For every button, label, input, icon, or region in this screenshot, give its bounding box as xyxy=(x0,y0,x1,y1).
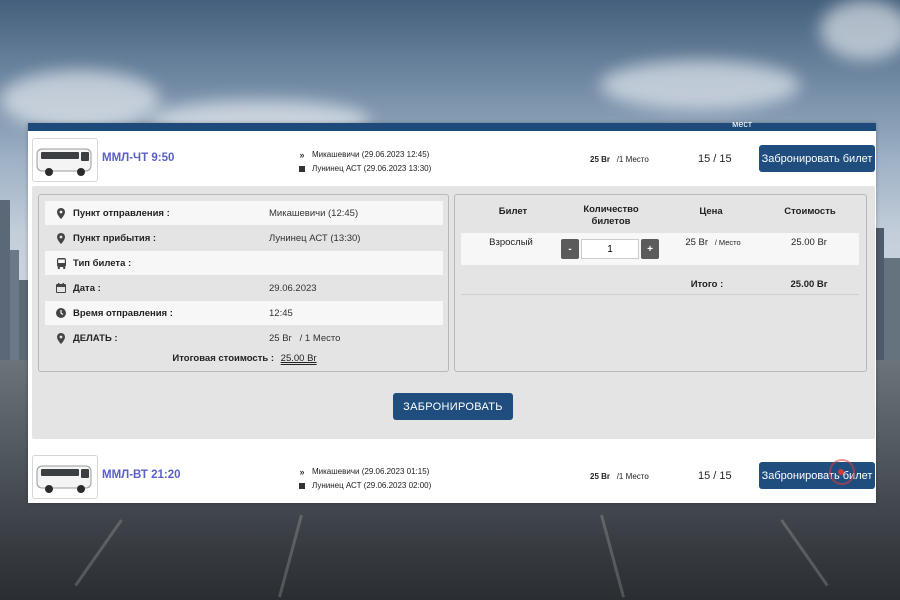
increment-button[interactable]: + xyxy=(641,239,659,259)
trip-price: 25 Br /1 Место xyxy=(590,155,649,164)
quantity-stepper: - 1 + xyxy=(561,239,661,259)
clock-icon xyxy=(53,308,69,318)
info-value: Микашевичи (12:45) xyxy=(269,207,359,219)
price-value: 25 Br xyxy=(590,155,611,164)
cloud xyxy=(600,60,800,110)
double-chevron-right-icon: » xyxy=(299,150,305,160)
book-ticket-button[interactable]: Забронировать билет xyxy=(759,145,875,172)
cloud xyxy=(0,70,160,130)
stop-square-icon xyxy=(298,166,306,172)
info-value: 25 Br / 1 Место xyxy=(269,332,341,344)
info-row-fare: ДЕЛАТЬ : 25 Br / 1 Место xyxy=(45,326,443,350)
info-label: ДЕЛАТЬ : xyxy=(73,332,118,344)
route-from: Микашевичи (29.06.2023 12:45) xyxy=(312,150,430,159)
book-button[interactable]: ЗАБРОНИРОВАТЬ xyxy=(393,393,513,420)
city-skyline-right xyxy=(872,228,900,368)
info-label: Время отправления : xyxy=(73,307,173,319)
price-value: 25 Br xyxy=(590,472,611,481)
table-total-row: Итого : 25.00 Br xyxy=(461,273,859,295)
double-chevron-right-icon: » xyxy=(299,467,305,477)
info-value: 12:45 xyxy=(269,307,293,319)
info-value: 29.06.2023 xyxy=(269,282,317,294)
ticket-price-value: 25 Br xyxy=(685,237,709,248)
route-to: Лунинец АСТ (29.06.2023 13:30) xyxy=(312,164,432,173)
trip-row: ММЛ-ЧТ 9:50 » Микашевичи (29.06.2023 12:4… xyxy=(28,134,876,186)
trip-route: » Микашевичи (29.06.2023 01:15) Лунинец А… xyxy=(298,465,431,493)
table-total-value: 25.00 Br xyxy=(790,279,828,290)
col-header-cost: Стоимость xyxy=(784,206,836,217)
info-row-ticket-type: Тип билета : xyxy=(45,251,443,275)
booking-detail-panel: Пункт отправления : Микашевичи (12:45) П… xyxy=(32,186,875,439)
bus-icon xyxy=(53,257,69,269)
bus-image xyxy=(32,138,98,182)
quantity-input[interactable]: 1 xyxy=(581,239,639,259)
seats-available: 15 / 15 xyxy=(698,153,732,165)
cursor-pointer-icon xyxy=(838,469,844,475)
map-marker-icon xyxy=(53,332,69,344)
col-header-ticket: Билет xyxy=(498,206,528,217)
trip-list-panel: мест ММЛ-ЧТ 9:50 » Микашевичи (29.06.2023… xyxy=(28,119,876,503)
ticket-price-unit: / Место xyxy=(714,238,741,247)
cloud xyxy=(820,0,900,60)
table-row: Взрослый - 1 + 25 Br / Место 25.00 Br xyxy=(461,233,859,265)
price-unit: /1 Место xyxy=(616,155,649,164)
info-value: Лунинец АСТ (13:30) xyxy=(269,232,361,244)
info-label: Пункт отправления : xyxy=(73,207,170,219)
route-to: Лунинец АСТ (29.06.2023 02:00) xyxy=(312,481,432,490)
total-cost-value: 25.00 Br xyxy=(280,353,317,364)
col-header-quantity: Количество билетов xyxy=(583,204,639,227)
ticket-table-box: Билет Количество билетов Цена Стоимость … xyxy=(454,194,867,372)
map-marker-icon xyxy=(53,207,69,219)
info-label: Пункт прибытия : xyxy=(73,232,157,244)
trip-name[interactable]: ММЛ-ВТ 21:20 xyxy=(102,469,181,481)
route-from: Микашевичи (29.06.2023 01:15) xyxy=(312,467,430,476)
bus-image xyxy=(32,455,98,499)
stop-square-icon xyxy=(298,483,306,489)
ticket-type: Взрослый xyxy=(489,237,533,248)
info-row-departure-time: Время отправления : 12:45 xyxy=(45,301,443,325)
calendar-icon xyxy=(53,283,69,293)
decrement-button[interactable]: - xyxy=(561,239,579,259)
info-row-date: Дата : 29.06.2023 xyxy=(45,276,443,300)
city-skyline-left xyxy=(0,200,30,370)
trip-row: ММЛ-ВТ 21:20 » Микашевичи (29.06.2023 01:… xyxy=(28,451,876,503)
info-label: Тип билета : xyxy=(73,257,132,269)
info-label: Дата : xyxy=(73,282,101,294)
total-cost-line: Итоговая стоимость : 25.00 Br xyxy=(39,353,450,364)
info-row-departure: Пункт отправления : Микашевичи (12:45) xyxy=(45,201,443,225)
ticket-price: 25 Br / Место xyxy=(673,237,753,248)
trip-name[interactable]: ММЛ-ЧТ 9:50 xyxy=(102,152,174,164)
map-marker-icon xyxy=(53,232,69,244)
ticket-cost: 25.00 Br xyxy=(791,237,827,248)
seats-column-label: мест xyxy=(732,119,752,129)
info-row-arrival: Пункт прибытия : Лунинец АСТ (13:30) xyxy=(45,226,443,250)
book-ticket-button[interactable]: Забронировать билет xyxy=(759,462,875,489)
price-unit: /1 Место xyxy=(616,472,649,481)
total-cost-label: Итоговая стоимость : xyxy=(172,353,275,364)
seats-available: 15 / 15 xyxy=(698,470,732,482)
table-total-label: Итого : xyxy=(690,279,724,290)
col-header-price: Цена xyxy=(699,206,723,217)
trip-info-box: Пункт отправления : Микашевичи (12:45) П… xyxy=(38,194,449,372)
trip-price: 25 Br /1 Место xyxy=(590,472,649,481)
trip-route: » Микашевичи (29.06.2023 12:45) Лунинец А… xyxy=(298,148,431,176)
